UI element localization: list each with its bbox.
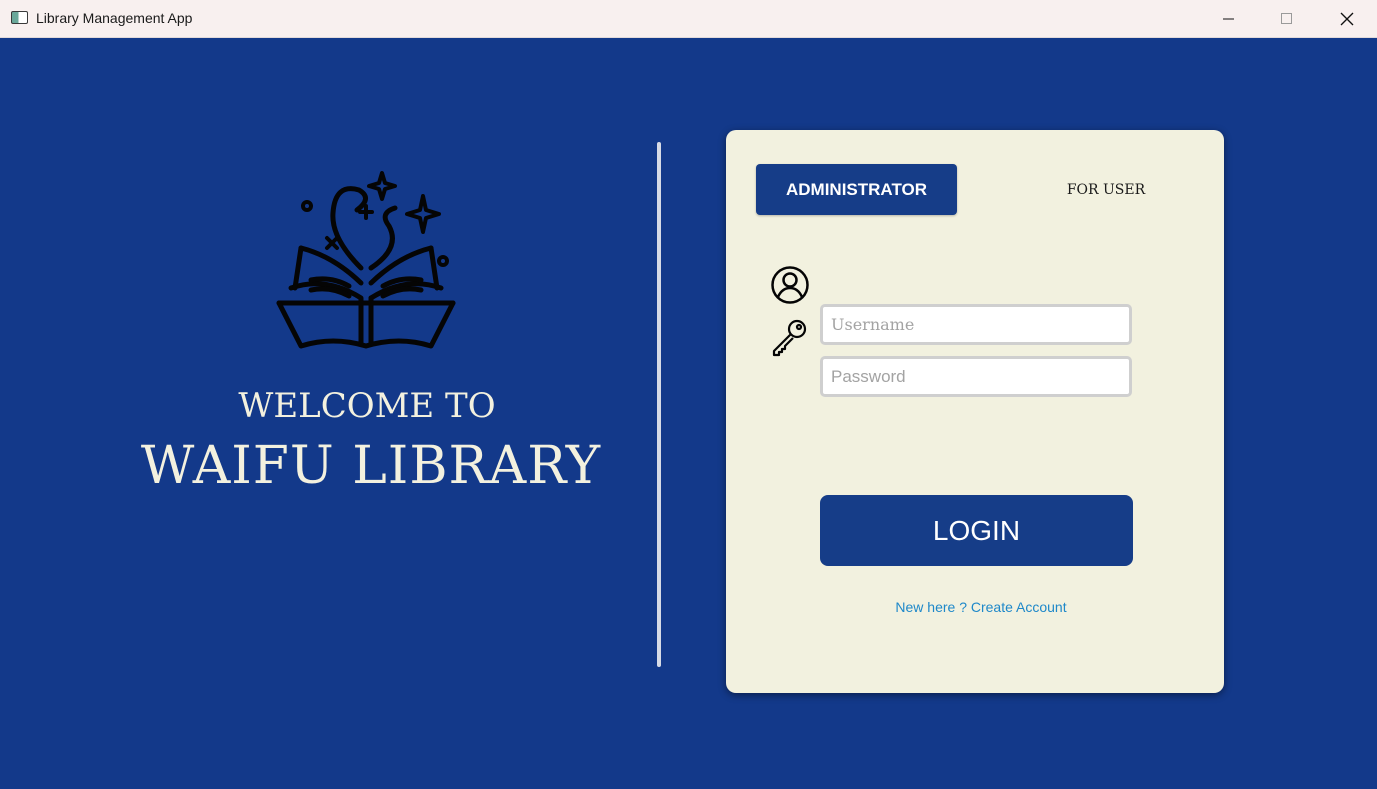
login-card: ADMINISTRATOR FOR USER LOGIN New here ? … [726,130,1224,693]
library-name-heading: WAIFU LIBRARY [140,436,602,496]
username-input[interactable] [820,304,1132,345]
minimize-icon [1223,18,1234,20]
key-icon [772,319,807,357]
create-account-link[interactable]: New here ? Create Account [826,599,1136,615]
close-button[interactable] [1318,0,1376,38]
magic-book-icon [276,171,456,349]
title-bar: Library Management App [0,0,1377,38]
close-icon [1340,12,1354,26]
maximize-icon [1281,13,1292,24]
tab-administrator[interactable]: ADMINISTRATOR [756,164,957,215]
user-circle-icon [771,266,809,304]
maximize-button[interactable] [1258,0,1316,38]
minimize-button[interactable] [1200,0,1258,38]
welcome-heading: WELCOME TO [238,386,496,426]
login-button[interactable]: LOGIN [820,495,1133,566]
app-icon [11,11,28,24]
window-title: Library Management App [36,10,193,26]
password-input[interactable] [820,356,1132,397]
vertical-divider [657,142,661,667]
main-area: WELCOME TO WAIFU LIBRARY ADMINISTRATOR F… [1,38,1376,789]
tab-for-user[interactable]: FOR USER [1026,164,1186,215]
